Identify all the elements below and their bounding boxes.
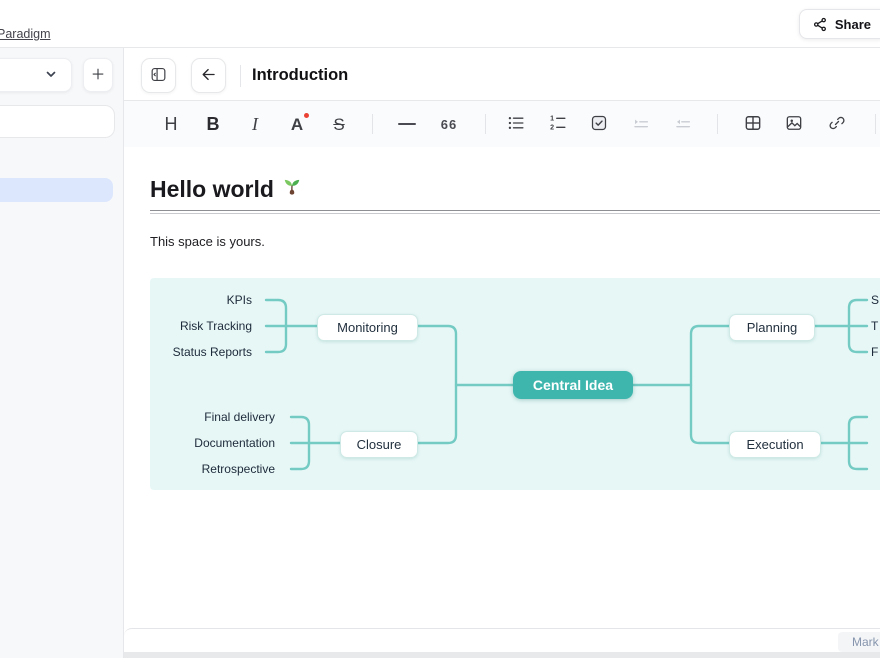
link-icon [827,113,847,136]
quick-search-input[interactable] [0,105,115,138]
toolbar-divider [717,114,718,134]
text-color-button[interactable]: A [281,108,313,140]
divider-block[interactable] [150,210,880,214]
mindmap-leaf[interactable]: Documentation [194,435,275,451]
outdent-button[interactable] [667,108,699,140]
mindmap-node-planning[interactable]: Planning [729,314,815,341]
mindmap-leaf[interactable]: Risk Tracking [180,318,252,334]
italic-icon: I [252,115,258,133]
mindmap-leaf[interactable]: Final delivery [204,409,275,425]
heading-button[interactable]: H [155,108,187,140]
toolbar-divider [372,114,373,134]
numbered-list-button[interactable]: 1 2 [542,108,574,140]
indent-icon [631,113,651,136]
page-title-text: Hello world [150,176,274,203]
text-color-icon: A [291,116,303,133]
plus-icon [89,65,107,86]
bold-button[interactable]: B [197,108,229,140]
bold-icon: B [207,115,220,133]
back-button[interactable] [191,58,226,93]
mindmap-node-monitoring[interactable]: Monitoring [317,314,418,341]
quote-icon: 66 [441,117,457,132]
mindmap-leaf[interactable]: Retrospective [202,461,275,477]
breadcrumb-link[interactable]: Paradigm [0,27,51,41]
main-panel: Introduction H B I A S 66 1 2 [124,48,880,658]
svg-text:1: 1 [550,114,554,122]
bullet-list-icon [506,113,526,136]
mindmap-leaf[interactable]: S [871,292,879,308]
share-label: Share [835,17,871,32]
doc-header: Introduction [124,48,880,100]
arrow-left-icon [199,65,218,87]
mindmap-leaf[interactable]: KPIs [227,292,252,308]
numbered-list-icon: 1 2 [548,113,568,136]
bottom-bar: Mark [124,628,880,653]
italic-button[interactable]: I [239,108,271,140]
toolbar-divider [485,114,486,134]
paragraph[interactable]: This space is yours. [150,234,265,249]
sidebar-item-active[interactable] [0,178,113,202]
chevron-down-icon [44,67,58,84]
markdown-button[interactable]: Mark [838,632,880,652]
horizontal-rule-icon [398,123,416,125]
heading-icon: H [165,115,178,133]
sidebar-toggle-button[interactable] [141,58,176,93]
table-button[interactable] [737,108,769,140]
new-doc-button[interactable] [83,58,113,92]
workspace-selector[interactable] [0,58,72,92]
bullet-list-button[interactable] [500,108,532,140]
panel-left-icon [149,65,168,87]
outdent-icon [673,113,693,136]
image-button[interactable] [778,108,810,140]
mindmap-leaf[interactable]: F [871,344,878,360]
share-icon [812,16,829,33]
mindmap-node-central[interactable]: Central Idea [513,371,633,399]
link-button[interactable] [821,108,853,140]
editor-canvas[interactable]: Hello world This space is yours. [124,147,880,628]
quote-button[interactable]: 66 [433,108,465,140]
mindmap-node-closure[interactable]: Closure [340,431,418,458]
doc-title: Introduction [252,66,348,85]
checkbox-checked-icon [589,113,609,136]
formatting-toolbar: H B I A S 66 1 2 [124,100,880,148]
top-bar: Paradigm Share [0,0,880,48]
image-icon [784,113,804,136]
strikethrough-button[interactable]: S [323,108,355,140]
mindmap-leaf[interactable]: T [871,318,878,334]
table-icon [743,113,763,136]
page-title[interactable]: Hello world [150,175,303,203]
window-edge [124,652,880,658]
toolbar-divider [875,114,876,134]
mindmap-node-execution[interactable]: Execution [729,431,821,458]
strikethrough-icon: S [333,116,344,133]
header-divider [240,65,241,87]
mindmap-block[interactable]: Monitoring Closure Central Idea Planning… [150,278,880,490]
divider-block-button[interactable] [391,108,423,140]
color-dot [304,113,309,118]
sidebar [0,48,124,658]
mindmap-leaf[interactable]: Status Reports [173,344,252,360]
indent-button[interactable] [625,108,657,140]
svg-text:2: 2 [550,123,554,131]
share-button[interactable]: Share [799,9,880,39]
seedling-emoji [281,175,303,203]
todo-list-button[interactable] [583,108,615,140]
